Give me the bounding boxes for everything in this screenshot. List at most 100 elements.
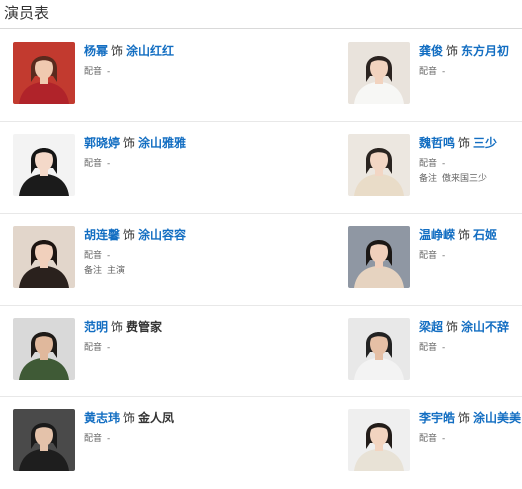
role-name-link[interactable]: 涂山雅雅 <box>138 136 186 150</box>
page-title: 演员表 <box>4 4 50 22</box>
actor-name-link[interactable]: 范明 <box>84 320 108 334</box>
name-line: 温峥嵘饰石姬 <box>419 226 522 244</box>
actor-photo[interactable] <box>348 318 410 380</box>
cast-card: 范明饰费管家配音 - <box>13 318 273 398</box>
cast-card: 温峥嵘饰石姬配音 - <box>348 226 522 306</box>
role-name-link[interactable]: 涂山红红 <box>126 44 174 58</box>
cast-info: 胡连馨饰涂山容容 配音 - 备注 主演 <box>84 226 264 277</box>
cast-info: 魏哲鸣饰三少 配音 - 备注 傲来国三少 <box>419 134 522 185</box>
actor-photo[interactable] <box>13 409 75 471</box>
role-name: 金人凤 <box>138 411 175 425</box>
name-line: 郭晓婷饰涂山雅雅 <box>84 134 264 152</box>
cast-card: 龚俊饰东方月初配音 - <box>348 42 522 122</box>
cast-info: 梁超饰涂山不辞配音 - <box>419 318 522 354</box>
dub-value: - <box>107 67 111 77</box>
actor-name-link[interactable]: 郭晓婷 <box>84 136 120 150</box>
dub-value: - <box>107 343 111 353</box>
actor-name-link[interactable]: 胡连馨 <box>84 228 120 242</box>
role-connector: 饰 <box>123 136 136 150</box>
role-name-link[interactable]: 涂山容容 <box>138 228 186 242</box>
actor-name-link[interactable]: 魏哲鸣 <box>419 136 455 150</box>
name-line: 胡连馨饰涂山容容 <box>84 226 264 244</box>
dub-label: 配音 <box>84 251 103 261</box>
cast-card: 郭晓婷饰涂山雅雅配音 - <box>13 134 273 214</box>
actor-photo[interactable] <box>348 226 410 288</box>
name-line: 李宇皓饰涂山美美 <box>419 409 522 427</box>
role-name-link[interactable]: 石姬 <box>473 228 497 242</box>
role-name-link[interactable]: 涂山不辞 <box>461 320 509 334</box>
dub-line: 配音 - <box>84 66 264 78</box>
dub-value: - <box>107 251 111 261</box>
cast-info: 范明饰费管家配音 - <box>84 318 264 354</box>
actor-photo[interactable] <box>348 134 410 196</box>
note-label: 备注 <box>419 174 438 184</box>
cast-card: 李宇皓饰涂山美美配音 - <box>348 409 522 489</box>
dub-line: 配音 - <box>84 342 264 354</box>
actor-photo[interactable] <box>348 42 410 104</box>
dub-line: 配音 - <box>419 342 522 354</box>
dub-value: - <box>442 159 446 169</box>
dub-line: 配音 - <box>84 433 264 445</box>
dub-label: 配音 <box>84 159 103 169</box>
role-name-link[interactable]: 三少 <box>473 136 497 150</box>
actor-photo[interactable] <box>13 42 75 104</box>
role-connector: 饰 <box>458 411 471 425</box>
name-line: 杨幂饰涂山红红 <box>84 42 264 60</box>
name-line: 魏哲鸣饰三少 <box>419 134 522 152</box>
dub-line: 配音 - <box>419 158 522 170</box>
dub-value: - <box>442 67 446 77</box>
role-connector: 饰 <box>111 320 124 334</box>
dub-label: 配音 <box>84 67 103 77</box>
actor-photo[interactable] <box>348 409 410 471</box>
cast-info: 杨幂饰涂山红红配音 - <box>84 42 264 78</box>
dub-label: 配音 <box>419 434 438 444</box>
note-value: 傲来国三少 <box>442 174 488 184</box>
dub-value: - <box>442 434 446 444</box>
dub-label: 配音 <box>419 159 438 169</box>
dub-label: 配音 <box>84 343 103 353</box>
note-label: 备注 <box>84 266 103 276</box>
actor-name-link[interactable]: 龚俊 <box>419 44 443 58</box>
dub-line: 配音 - <box>84 250 264 262</box>
cast-info: 龚俊饰东方月初配音 - <box>419 42 522 78</box>
actor-photo[interactable] <box>13 134 75 196</box>
name-line: 梁超饰涂山不辞 <box>419 318 522 336</box>
title-divider <box>0 28 522 29</box>
dub-line: 配音 - <box>419 433 522 445</box>
dub-label: 配音 <box>419 67 438 77</box>
dub-line: 配音 - <box>419 66 522 78</box>
actor-name-link[interactable]: 杨幂 <box>84 44 108 58</box>
cast-card: 魏哲鸣饰三少 配音 - 备注 傲来国三少 <box>348 134 522 214</box>
role-connector: 饰 <box>458 228 471 242</box>
cast-card: 梁超饰涂山不辞配音 - <box>348 318 522 398</box>
dub-line: 配音 - <box>84 158 264 170</box>
role-connector: 饰 <box>123 411 136 425</box>
cast-card: 胡连馨饰涂山容容 配音 - 备注 主演 <box>13 226 273 306</box>
actor-name-link[interactable]: 黄志玮 <box>84 411 120 425</box>
cast-card: 杨幂饰涂山红红配音 - <box>13 42 273 122</box>
role-connector: 饰 <box>458 136 471 150</box>
actor-name-link[interactable]: 李宇皓 <box>419 411 455 425</box>
dub-value: - <box>442 343 446 353</box>
actor-photo[interactable] <box>13 226 75 288</box>
cast-card: 黄志玮饰金人凤配音 - <box>13 409 273 489</box>
actor-photo[interactable] <box>13 318 75 380</box>
cast-info: 郭晓婷饰涂山雅雅配音 - <box>84 134 264 170</box>
cast-info: 黄志玮饰金人凤配音 - <box>84 409 264 445</box>
name-line: 龚俊饰东方月初 <box>419 42 522 60</box>
actor-name-link[interactable]: 梁超 <box>419 320 443 334</box>
cast-info: 李宇皓饰涂山美美配音 - <box>419 409 522 445</box>
role-connector: 饰 <box>446 320 459 334</box>
dub-value: - <box>107 159 111 169</box>
dub-label: 配音 <box>419 343 438 353</box>
dub-value: - <box>442 251 446 261</box>
role-connector: 饰 <box>123 228 136 242</box>
dub-label: 配音 <box>419 251 438 261</box>
role-name-link[interactable]: 东方月初 <box>461 44 509 58</box>
dub-line: 配音 - <box>419 250 522 262</box>
actor-name-link[interactable]: 温峥嵘 <box>419 228 455 242</box>
role-name: 费管家 <box>126 320 163 334</box>
role-name-link[interactable]: 涂山美美 <box>473 411 521 425</box>
note-line: 备注 傲来国三少 <box>419 173 522 185</box>
dub-label: 配音 <box>84 434 103 444</box>
